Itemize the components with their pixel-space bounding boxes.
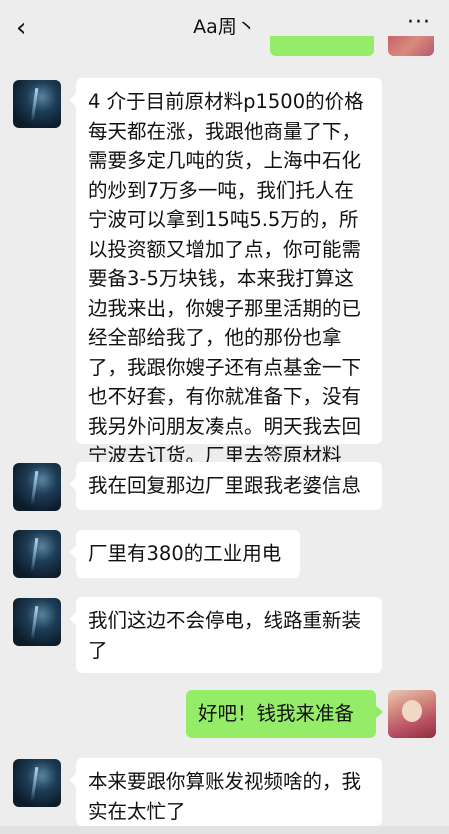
chat-title: Aa周丶	[193, 16, 256, 38]
contact-avatar[interactable]	[13, 463, 61, 511]
message-bubble: 本来要跟你算账发视频啥的，我 实在太忙了	[69, 758, 382, 826]
contact-avatar[interactable]	[13, 530, 61, 578]
previous-outgoing-message-fragment	[270, 36, 374, 56]
message-bubble: 我们这边不会停电，线路重新装 了	[69, 597, 382, 673]
contact-avatar[interactable]	[13, 80, 61, 128]
input-bar-edge	[0, 826, 449, 834]
contact-avatar[interactable]	[13, 598, 61, 646]
my-message-bubble: 好吧！钱我来准备	[186, 690, 383, 738]
contact-avatar[interactable]	[13, 759, 61, 807]
chat-header: ‹ Aa周丶 ···	[0, 0, 449, 58]
more-options-icon[interactable]: ···	[407, 10, 431, 35]
message-bubble: 厂里有380的工业用电	[69, 530, 300, 578]
message-bubble: 4 介于目前原材料p1500的价格 每天都在涨，我跟他商量了下， 需要多定几吨的…	[69, 78, 382, 467]
my-avatar[interactable]	[388, 690, 436, 738]
previous-my-avatar-fragment	[388, 36, 434, 56]
message-bubble: 我在回复那边厂里跟我老婆信息	[69, 462, 382, 510]
